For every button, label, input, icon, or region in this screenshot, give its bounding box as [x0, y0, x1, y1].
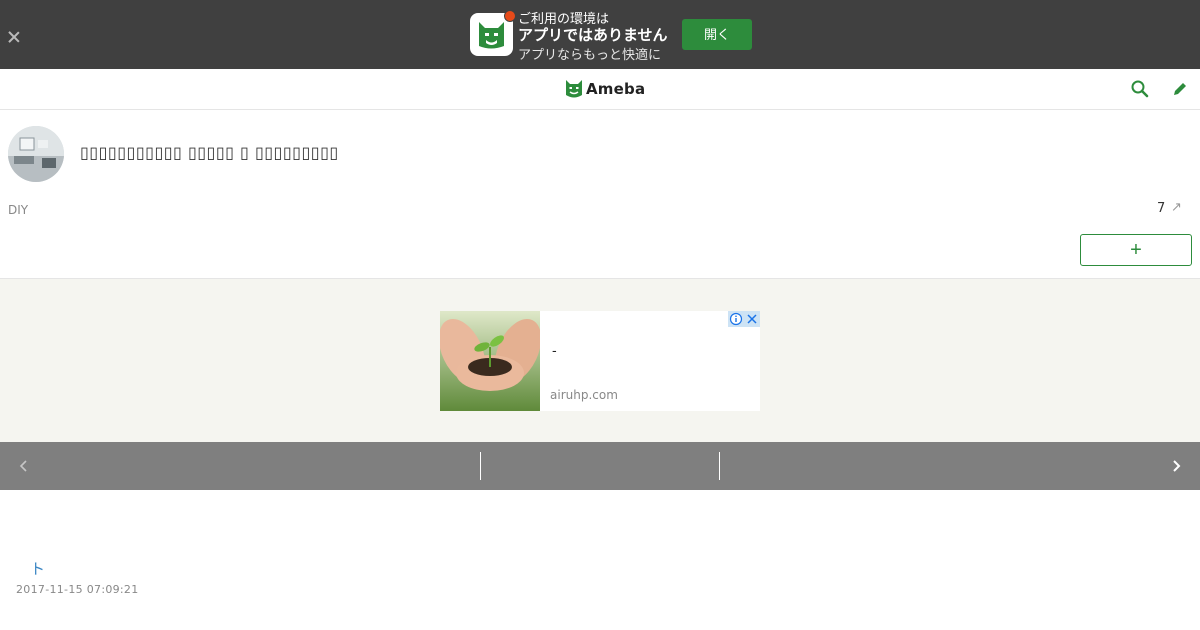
- entry-nav-strip: [0, 442, 1200, 490]
- rank-arrow-icon: ↗: [1171, 200, 1182, 215]
- genre-rank: 7: [1157, 201, 1166, 216]
- app-banner: ご利用の環境は アプリではありません アプリならもっと快適に 開く: [0, 0, 1200, 69]
- logo-text: Ameba: [586, 80, 646, 98]
- ameba-logo[interactable]: Ameba: [565, 78, 645, 100]
- chevron-right-icon[interactable]: [1166, 456, 1186, 476]
- search-icon[interactable]: [1130, 79, 1150, 99]
- chevron-left-icon[interactable]: [14, 456, 34, 476]
- ad-info-icon[interactable]: [728, 311, 744, 327]
- entry-title-link[interactable]: ト: [30, 558, 45, 579]
- ad-image[interactable]: [440, 311, 540, 411]
- blog-avatar[interactable]: [8, 126, 64, 182]
- site-header: Ameba: [0, 69, 1200, 110]
- follow-button[interactable]: +: [1080, 234, 1192, 266]
- ameba-mascot-icon: [566, 80, 582, 98]
- open-app-button[interactable]: 開く: [682, 19, 752, 50]
- ad-card[interactable]: - airuhp.com: [440, 311, 760, 411]
- nav-divider: [719, 452, 720, 480]
- ad-headline[interactable]: -: [552, 344, 557, 359]
- blog-genre[interactable]: DIY: [8, 203, 28, 217]
- ad-close-icon[interactable]: [744, 311, 760, 327]
- ad-area: - airuhp.com: [0, 278, 1200, 442]
- notification-dot: [504, 10, 516, 22]
- entry-date: 2017-11-15 07:09:21: [16, 583, 139, 596]
- blog-title[interactable]: ▯▯▯▯▯▯▯▯▯▯▯ ▯▯▯▯▯ ▯ ▯▯▯▯▯▯▯▯▯: [80, 143, 339, 162]
- banner-text-line3: アプリならもっと快適に: [518, 48, 662, 63]
- pencil-icon[interactable]: [1170, 79, 1190, 99]
- close-icon[interactable]: [6, 29, 22, 45]
- nav-divider: [480, 452, 481, 480]
- ad-domain[interactable]: airuhp.com: [550, 388, 618, 402]
- banner-text-line2: アプリではありません: [518, 26, 668, 44]
